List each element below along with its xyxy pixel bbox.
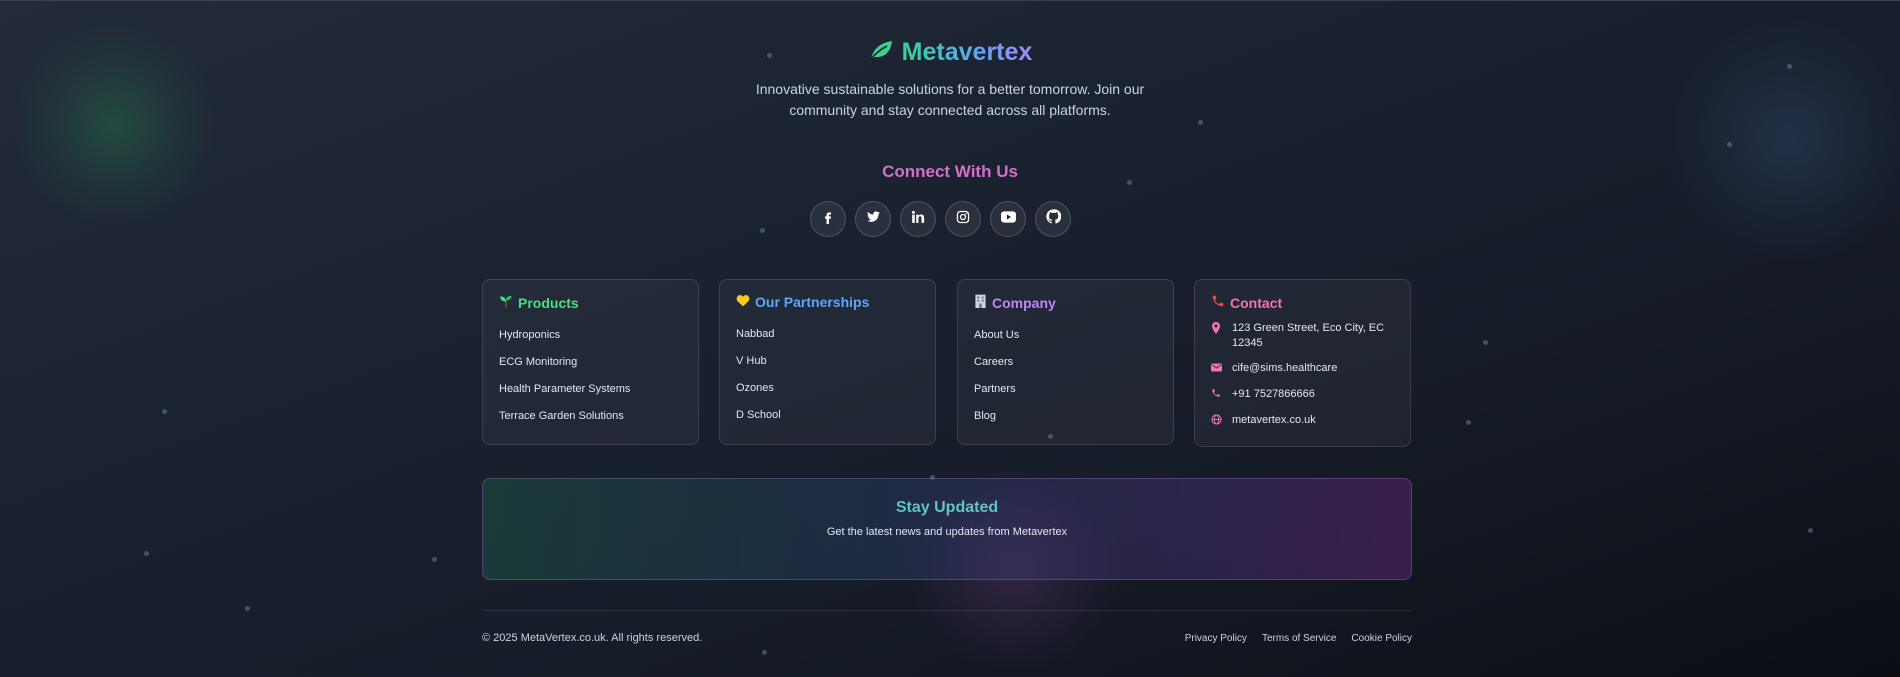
partnerships-title: Our Partnerships (755, 294, 870, 310)
contact-website-text: metavertex.co.uk (1232, 414, 1316, 426)
social-links (810, 201, 1071, 237)
particle (1466, 420, 1471, 425)
contact-card: Contact 123 Green Street, Eco City, EC 1… (1194, 279, 1411, 447)
connect-title: Connect With Us (882, 162, 1018, 181)
particle (162, 409, 167, 414)
youtube-icon (1000, 210, 1016, 228)
partner-link-ozones[interactable]: Ozones (736, 374, 919, 401)
contact-website[interactable]: metavertex.co.uk (1211, 413, 1394, 430)
github-button[interactable] (1035, 201, 1071, 237)
company-heading: Company (974, 294, 1157, 311)
phone-small-icon (1211, 387, 1223, 403)
company-link-partners[interactable]: Partners (974, 375, 1157, 402)
newsletter-banner: Stay Updated Get the latest news and upd… (482, 478, 1412, 580)
particle (1727, 142, 1732, 147)
newsletter-title: Stay Updated (895, 499, 999, 516)
particle (144, 551, 149, 556)
terms-of-service-link[interactable]: Terms of Service (1262, 633, 1336, 644)
instagram-button[interactable] (945, 201, 981, 237)
contact-email-text: cife@sims.healthcare (1232, 362, 1338, 374)
contact-title: Contact (1230, 294, 1283, 311)
twitter-icon (866, 210, 881, 229)
contact-phone-text: +91 7527866666 (1232, 388, 1315, 400)
linkedin-button[interactable] (900, 201, 936, 237)
products-heading: Products (499, 294, 682, 311)
envelope-icon (1211, 361, 1223, 377)
newsletter-subtitle: Get the latest news and updates from Met… (826, 526, 1068, 538)
instagram-icon (956, 210, 970, 229)
contact-phone[interactable]: +91 7527866666 (1211, 387, 1394, 403)
twitter-button[interactable] (855, 201, 891, 237)
partner-link-v-hub[interactable]: V Hub (736, 347, 919, 374)
seedling-icon (499, 294, 513, 311)
facebook-button[interactable] (810, 201, 846, 237)
contact-address-text: 123 Green Street, Eco City, EC 12345 (1232, 322, 1385, 349)
company-link-about-us[interactable]: About Us (974, 321, 1157, 348)
legal-links: Privacy Policy Terms of Service Cookie P… (1185, 633, 1412, 644)
youtube-button[interactable] (990, 201, 1026, 237)
particle (245, 606, 250, 611)
facebook-icon (821, 210, 835, 229)
cookie-policy-link[interactable]: Cookie Policy (1351, 633, 1412, 644)
leaf-icon (868, 39, 894, 66)
yellow-heart-icon (736, 294, 750, 310)
building-icon (974, 294, 987, 311)
map-pin-icon (1211, 321, 1223, 339)
company-link-blog[interactable]: Blog (974, 402, 1157, 429)
footer-divider (482, 610, 1412, 611)
product-link-ecg-monitoring[interactable]: ECG Monitoring (499, 348, 682, 375)
particle (1808, 528, 1813, 533)
brand-name: Metavertex (901, 38, 1033, 66)
partnerships-card: Our Partnerships Nabbad V Hub Ozones D S… (719, 279, 936, 445)
partner-link-nabbad[interactable]: Nabbad (736, 320, 919, 347)
product-link-health-parameter-systems[interactable]: Health Parameter Systems (499, 375, 682, 402)
privacy-policy-link[interactable]: Privacy Policy (1185, 633, 1247, 644)
phone-icon (1211, 294, 1225, 311)
brand-logo[interactable]: Metavertex (868, 38, 1033, 67)
company-link-careers[interactable]: Careers (974, 348, 1157, 375)
product-link-terrace-garden-solutions[interactable]: Terrace Garden Solutions (499, 402, 682, 429)
brand-tagline: Innovative sustainable solutions for a b… (755, 81, 1145, 118)
linkedin-icon (911, 210, 925, 229)
company-card: Company About Us Careers Partners Blog (957, 279, 1174, 445)
brand-section: Metavertex Innovative sustainable soluti… (0, 38, 1900, 121)
company-title: Company (992, 294, 1056, 311)
top-border (0, 0, 1900, 1)
partnerships-heading: Our Partnerships (736, 294, 919, 310)
contact-address: 123 Green Street, Eco City, EC 12345 (1211, 321, 1394, 351)
particle (762, 650, 767, 655)
github-icon (1045, 209, 1061, 229)
globe-icon (1211, 413, 1223, 430)
products-card: Products Hydroponics ECG Monitoring Heal… (482, 279, 699, 445)
particle (1483, 340, 1488, 345)
products-title: Products (518, 294, 579, 311)
copyright-text: © 2025 MetaVertex.co.uk. All rights rese… (482, 632, 703, 644)
partner-link-d-school[interactable]: D School (736, 401, 919, 428)
particle (760, 228, 765, 233)
particle (432, 557, 437, 562)
contact-heading: Contact (1211, 294, 1394, 311)
contact-email[interactable]: cife@sims.healthcare (1211, 361, 1394, 377)
product-link-hydroponics[interactable]: Hydroponics (499, 321, 682, 348)
